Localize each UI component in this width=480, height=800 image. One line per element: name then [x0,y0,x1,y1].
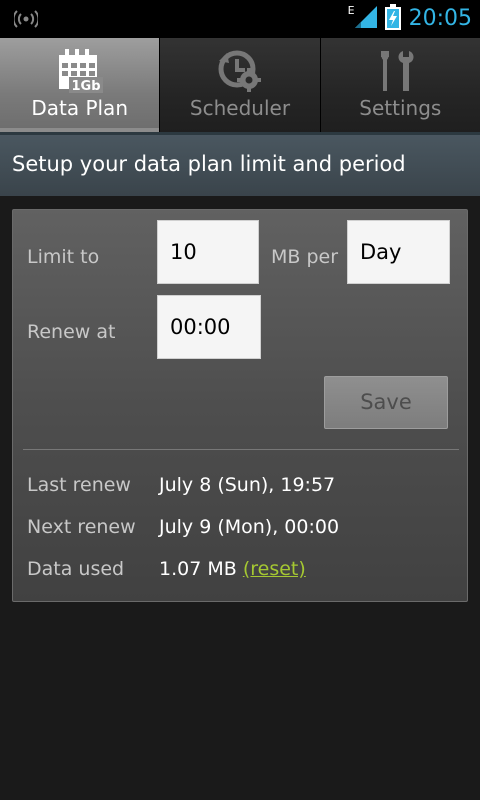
page-title: Setup your data plan limit and period [12,152,406,176]
status-bar: E 20:05 [0,0,480,38]
last-renew-value: July 8 (Sun), 19:57 [159,474,336,496]
signal-icon [353,4,379,34]
clock-time: 20:05 [408,6,472,31]
tools-icon [376,48,424,94]
limit-label: Limit to [27,246,100,268]
wireless-icon [12,9,40,29]
renew-time-input[interactable]: 00:00 [157,295,261,359]
reset-link[interactable]: (reset) [243,558,306,580]
data-used-row: 1.07 MB (reset) [159,558,306,580]
tab-label-scheduler: Scheduler [189,96,291,120]
limit-input[interactable]: 10 [157,220,259,284]
calendar-1gb-icon: 1Gb [56,48,104,94]
tab-scheduler[interactable]: Scheduler [160,38,321,132]
save-button[interactable]: Save [324,376,448,429]
renew-label: Renew at [27,321,116,343]
tab-data-plan[interactable]: 1Gb Data Plan [0,38,161,132]
clock-gear-icon [216,48,264,94]
battery-icon [384,4,401,34]
data-plan-panel: Limit to 10 MB per Day Renew at 00:00 Sa… [12,209,468,602]
tab-label-data-plan: Data Plan [31,96,128,120]
tab-bar: 1Gb Data Plan Scheduler Settings [0,38,480,132]
next-renew-value: July 9 (Mon), 00:00 [159,516,340,538]
data-used-value: 1.07 MB [159,558,237,580]
next-renew-label: Next renew [27,516,136,538]
tab-label-settings: Settings [359,96,442,120]
section-header: Setup your data plan limit and period [0,132,480,196]
calendar-icon-text: 1Gb [71,79,100,93]
tab-settings[interactable]: Settings [320,38,480,132]
divider [23,449,459,450]
period-select[interactable]: Day [347,220,450,284]
unit-label: MB per [271,246,339,268]
data-used-label: Data used [27,558,125,580]
last-renew-label: Last renew [27,474,131,496]
